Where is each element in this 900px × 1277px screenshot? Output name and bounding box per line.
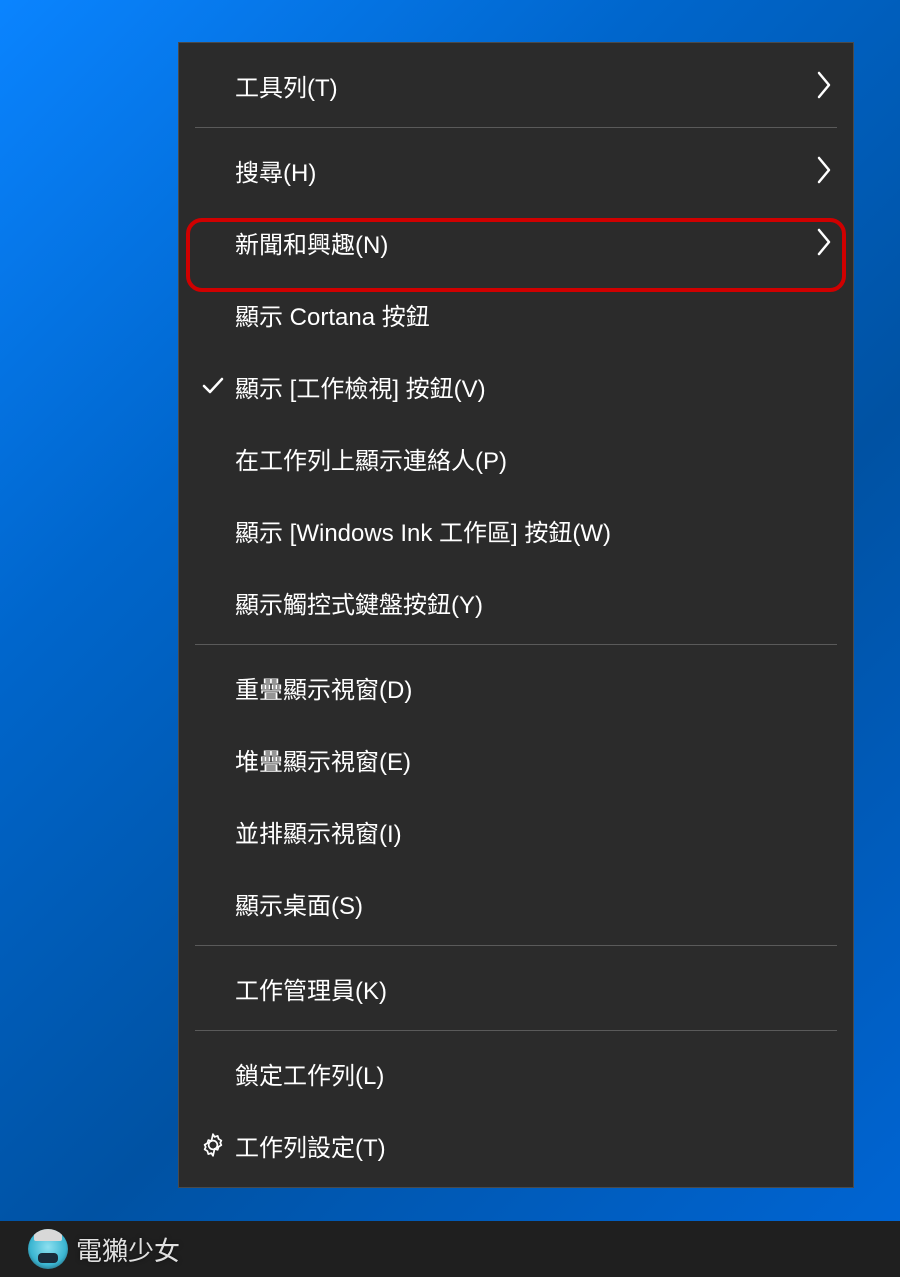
chevron-right-icon — [817, 156, 833, 184]
check-icon — [195, 374, 231, 398]
chevron-right-icon — [817, 71, 833, 99]
menu-item-lock-taskbar[interactable]: 鎖定工作列(L) — [179, 1037, 853, 1109]
menu-item-show-ink-workspace[interactable]: 顯示 [Windows Ink 工作區] 按鈕(W) — [179, 494, 853, 566]
menu-item-news-interests[interactable]: 新聞和興趣(N) — [179, 206, 853, 278]
menu-item-label: 顯示觸控式鍵盤按鈕(Y) — [231, 585, 833, 620]
menu-item-label: 顯示 [Windows Ink 工作區] 按鈕(W) — [231, 513, 833, 548]
chevron-right-icon — [817, 228, 833, 256]
menu-item-label: 搜尋(H) — [231, 153, 817, 188]
menu-item-show-desktop[interactable]: 顯示桌面(S) — [179, 867, 853, 939]
menu-item-search[interactable]: 搜尋(H) — [179, 134, 853, 206]
menu-item-label: 工作管理員(K) — [231, 971, 833, 1006]
menu-item-label: 顯示 [工作檢視] 按鈕(V) — [231, 369, 833, 404]
menu-item-task-manager[interactable]: 工作管理員(K) — [179, 952, 853, 1024]
menu-item-show-cortana[interactable]: 顯示 Cortana 按鈕 — [179, 278, 853, 350]
menu-separator — [195, 127, 837, 128]
menu-item-label: 堆疊顯示視窗(E) — [231, 742, 833, 777]
watermark-logo-icon — [28, 1229, 68, 1269]
watermark-text: 電獺少女 — [76, 1231, 180, 1268]
gear-icon — [195, 1132, 231, 1158]
menu-item-label: 在工作列上顯示連絡人(P) — [231, 441, 833, 476]
menu-item-side-by-side-windows[interactable]: 並排顯示視窗(I) — [179, 795, 853, 867]
menu-item-label: 顯示桌面(S) — [231, 886, 833, 921]
menu-item-cascade-windows[interactable]: 重疊顯示視窗(D) — [179, 651, 853, 723]
menu-item-toolbars[interactable]: 工具列(T) — [179, 49, 853, 121]
menu-item-label: 工作列設定(T) — [231, 1128, 833, 1163]
menu-separator — [195, 644, 837, 645]
menu-separator — [195, 1030, 837, 1031]
menu-item-label: 新聞和興趣(N) — [231, 225, 817, 260]
menu-item-label: 鎖定工作列(L) — [231, 1056, 833, 1091]
menu-item-label: 並排顯示視窗(I) — [231, 814, 833, 849]
menu-item-label: 顯示 Cortana 按鈕 — [231, 297, 833, 332]
menu-item-taskbar-settings[interactable]: 工作列設定(T) — [179, 1109, 853, 1181]
menu-item-label: 工具列(T) — [231, 68, 817, 103]
watermark: 電獺少女 — [28, 1229, 180, 1269]
menu-separator — [195, 945, 837, 946]
menu-item-stack-windows[interactable]: 堆疊顯示視窗(E) — [179, 723, 853, 795]
menu-item-show-task-view[interactable]: 顯示 [工作檢視] 按鈕(V) — [179, 350, 853, 422]
menu-item-show-touch-keyboard[interactable]: 顯示觸控式鍵盤按鈕(Y) — [179, 566, 853, 638]
menu-item-show-people[interactable]: 在工作列上顯示連絡人(P) — [179, 422, 853, 494]
taskbar-context-menu: 工具列(T) 搜尋(H) 新聞和興趣(N) 顯示 Cortana 按鈕 顯示 [… — [178, 42, 854, 1188]
menu-item-label: 重疊顯示視窗(D) — [231, 670, 833, 705]
